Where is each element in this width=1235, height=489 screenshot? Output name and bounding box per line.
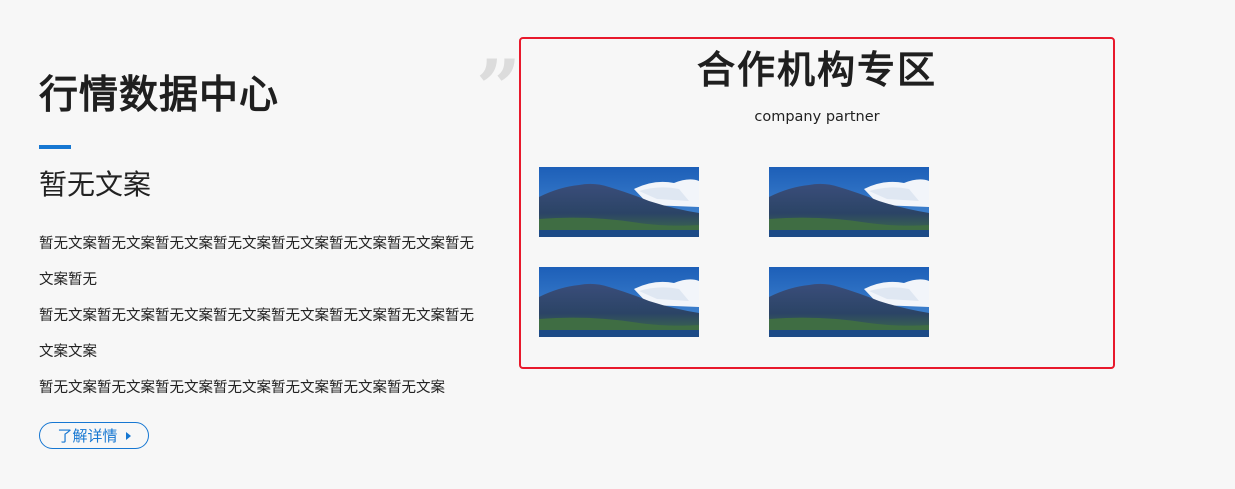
partner-logo-image[interactable] xyxy=(769,267,929,337)
description-line: 暂无文案暂无文案暂无文案暂无文案暂无文案暂无文案暂无文案暂无 xyxy=(39,308,474,324)
partner-logo-image[interactable] xyxy=(539,267,699,337)
description-text: 暂无文案暂无文案暂无文案暂无文案暂无文案暂无文案暂无文案暂无 文案暂无 暂无文案… xyxy=(39,226,519,406)
description-line: 暂无文案暂无文案暂无文案暂无文案暂无文案暂无文案暂无文案暂无 xyxy=(39,236,474,252)
mountain-landscape-image xyxy=(769,167,929,237)
mountain-landscape-image xyxy=(769,267,929,337)
section-subtitle: 暂无文案 xyxy=(39,168,152,201)
mountain-landscape-image xyxy=(539,267,699,337)
description-line: 文案暂无 xyxy=(39,272,97,288)
partner-zone-title: 合作机构专区 xyxy=(696,48,937,92)
accent-divider xyxy=(39,145,71,149)
caret-right-icon xyxy=(125,431,131,440)
page-title: 行情数据中心 xyxy=(39,73,280,118)
partner-logo-image[interactable] xyxy=(539,167,699,237)
partner-zone-subtitle: company partner xyxy=(754,109,880,125)
description-line: 暂无文案暂无文案暂无文案暂无文案暂无文案暂无文案暂无文案 xyxy=(39,380,445,396)
learn-more-label: 了解详情 xyxy=(57,427,118,445)
learn-more-button[interactable]: 了解详情 xyxy=(39,422,149,449)
partner-zone-panel: 合作机构专区 company partner xyxy=(519,37,1115,369)
quote-mark-icon: ” xyxy=(476,43,521,134)
mountain-landscape-image xyxy=(539,167,699,237)
partner-logo-image[interactable] xyxy=(769,167,929,237)
description-line: 文案文案 xyxy=(39,344,97,360)
